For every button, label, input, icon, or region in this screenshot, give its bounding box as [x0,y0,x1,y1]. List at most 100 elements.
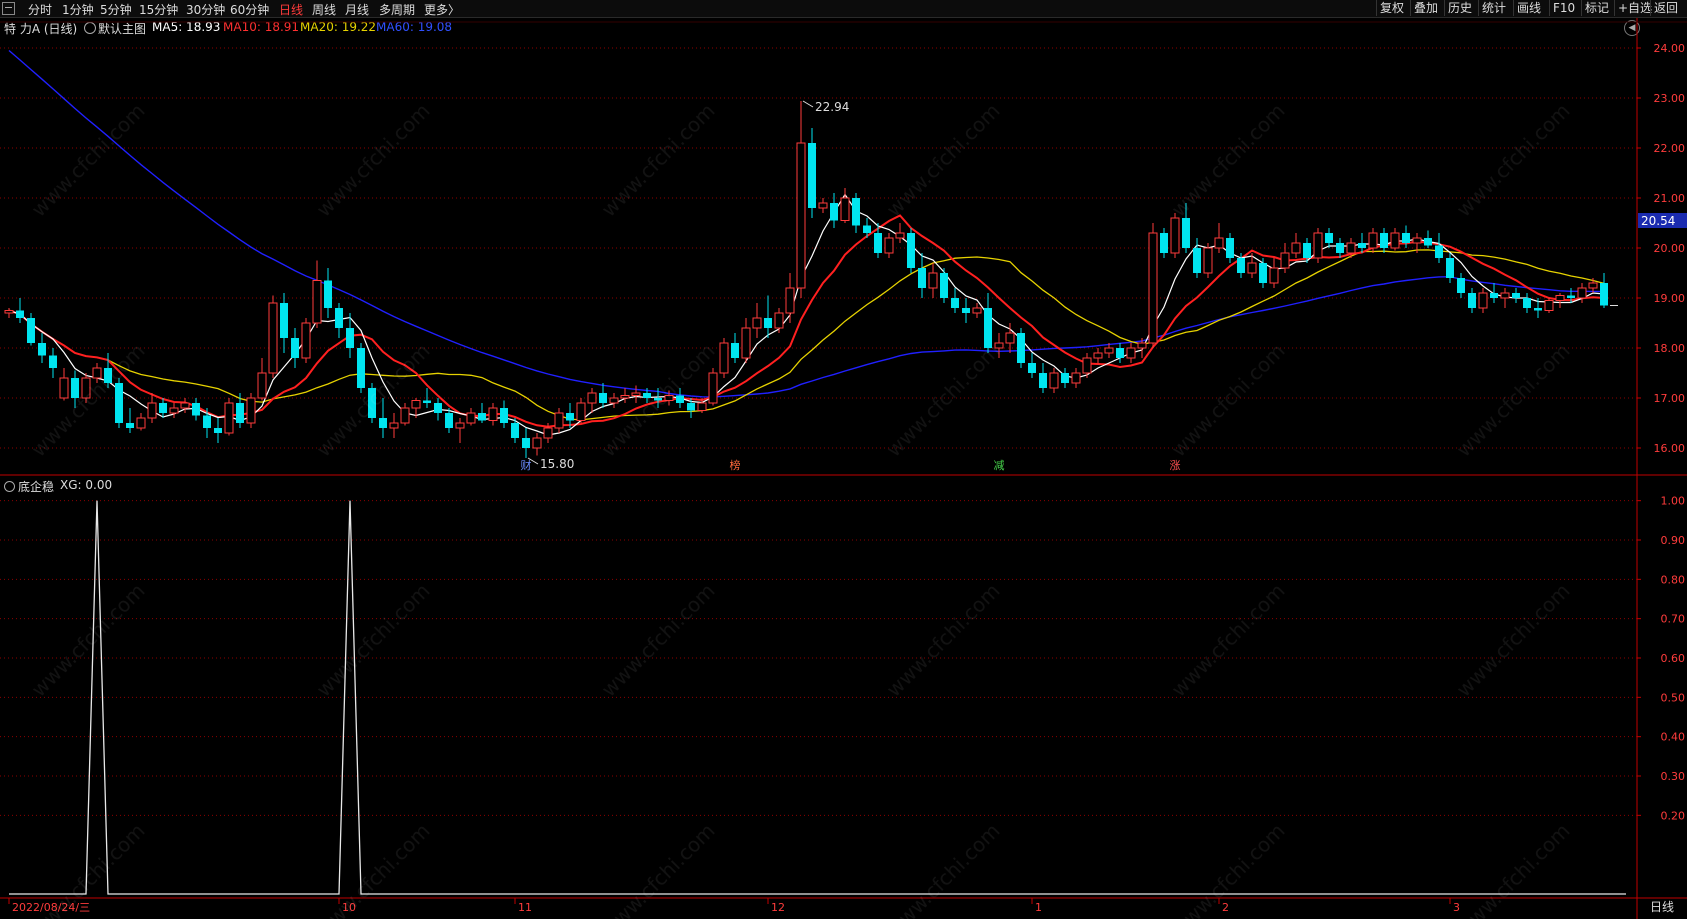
event-marker-2: 减 [994,459,1005,472]
ind-tick-label: 0.50 [1661,691,1686,704]
candle-body [1600,283,1608,306]
candle-body [928,272,938,289]
candle-body [1390,232,1400,249]
toolbar-button-1[interactable]: 叠加 [1410,0,1441,16]
xg-line [9,500,1626,895]
chart-canvas[interactable]: 16.0017.0018.0019.0020.0021.0022.0023.00… [0,18,1687,919]
period-label: 日线 [1650,900,1674,914]
candle-body [1269,267,1279,284]
toolbar-button-2[interactable]: 历史 [1444,0,1475,16]
candle-body [764,318,772,328]
candle-body [796,142,806,289]
candle-body [741,327,751,359]
ind-tick-label: 0.20 [1661,809,1686,822]
toolbar-button-8[interactable]: 返回 [1650,0,1681,16]
candle-body [1490,293,1498,298]
tab-5[interactable]: 60分钟 [230,1,269,18]
tab-3[interactable]: 15分钟 [139,1,178,18]
candle-body [1116,348,1124,358]
candle-body [1160,233,1168,253]
candle-body [719,342,729,374]
candle-body [907,233,915,268]
main-tick-label: 23.00 [1654,92,1686,105]
candle-body [972,307,982,314]
main-tick-label: 18.00 [1654,342,1686,355]
x-label: 2022/08/24/三 [12,901,90,914]
candle-body [1259,263,1267,283]
candle-body [38,343,46,356]
candle-body [389,422,399,429]
ind-tick-label: 0.80 [1661,573,1686,586]
candle-body [840,197,850,221]
candle-body [532,437,542,449]
candle-body [1303,243,1311,258]
candle-body [411,400,421,409]
candle-body [774,312,784,329]
toolbar-button-5[interactable]: F10 [1549,0,1578,16]
candle-body [785,287,795,314]
x-label: 2 [1222,901,1229,914]
tab-8[interactable]: 月线 [345,1,369,18]
candle-body [159,403,167,413]
candle-body [236,403,244,423]
window-menu-icon[interactable] [2,2,15,15]
candle-body [1478,292,1488,309]
candle-body [357,348,365,388]
toolbar-button-6[interactable]: 标记 [1581,0,1612,16]
tab-6[interactable]: 日线 [279,1,303,18]
tab-10[interactable]: 更多〉 [424,1,460,18]
candle-body [1280,252,1290,269]
candle-body [1523,298,1531,308]
tab-0[interactable]: 分时 [28,1,52,18]
toolbar-button-0[interactable]: 复权 [1376,0,1407,16]
candle-body [1567,295,1575,298]
current-price-label: 20.54 [1641,214,1675,228]
candle-body [92,367,102,379]
tab-1[interactable]: 1分钟 [62,1,94,18]
candle-body [1544,300,1554,311]
candle-body [620,395,630,399]
candle-body [1203,247,1213,274]
candle-body [500,408,508,423]
candle-body [1368,232,1378,249]
tab-4[interactable]: 30分钟 [186,1,225,18]
candle-body [71,378,79,398]
ind-tick-label: 0.40 [1661,731,1686,744]
candle-body [1082,357,1092,374]
main-tick-label: 20.00 [1654,242,1686,255]
candle-body [268,302,278,374]
candle-body [1291,242,1301,254]
candle-body [1214,237,1224,249]
candle-body [1435,245,1443,258]
tab-2[interactable]: 5分钟 [100,1,132,18]
ma20-line [8,249,1605,421]
candle-body [1148,232,1158,344]
candle-body [554,412,564,429]
x-label: 1 [1035,901,1042,914]
candle-body [400,407,410,424]
toolbar-button-3[interactable]: 统计 [1478,0,1509,16]
candle-body [543,427,553,439]
tab-9[interactable]: 多周期 [379,1,415,18]
candle-body [466,412,476,424]
x-label: 12 [771,901,785,914]
candle-body [423,400,431,403]
candle-body [940,273,948,298]
candle-body [654,398,662,401]
candle-body [994,342,1004,349]
candle-body [808,143,816,208]
tab-7[interactable]: 周线 [312,1,336,18]
event-marker-0: 财 [521,458,532,472]
candle-body [1534,308,1542,311]
candle-body [169,407,179,414]
event-marker-1: 榜 [730,458,741,472]
toolbar-button-4[interactable]: 画线 [1513,0,1544,16]
candle-body [1380,233,1388,248]
toolbar-button-7[interactable]: +自选 [1614,0,1655,16]
candle-body [488,407,498,421]
candle-body [631,392,641,396]
candle-body [576,402,586,421]
candle-body [379,418,387,428]
candle-body [1126,347,1136,359]
candle-body [346,328,354,348]
